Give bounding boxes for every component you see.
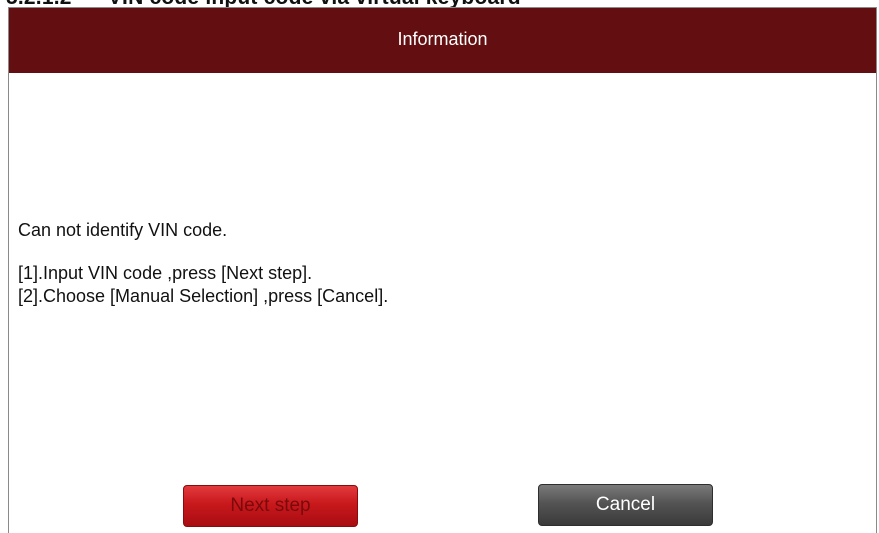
page: 5.2.1.2 VIN code input code via virtual …	[0, 0, 879, 533]
message-line-2: [1].Input VIN code ,press [Next step].	[18, 263, 313, 283]
dialog-title: Information	[397, 29, 488, 49]
next-step-label: Next step	[230, 495, 311, 516]
cancel-label: Cancel	[595, 494, 656, 515]
message-line-1: Can not identify VIN code.	[18, 220, 228, 240]
dialog-title-bar: Information	[9, 8, 876, 73]
cancel-button[interactable]: Cancel	[538, 484, 713, 526]
next-step-button[interactable]: Next step	[183, 485, 358, 527]
message-line-3: [2].Choose [Manual Selection] ,press [Ca…	[18, 286, 389, 306]
information-dialog: Information Can not identify VIN code. […	[8, 7, 877, 533]
